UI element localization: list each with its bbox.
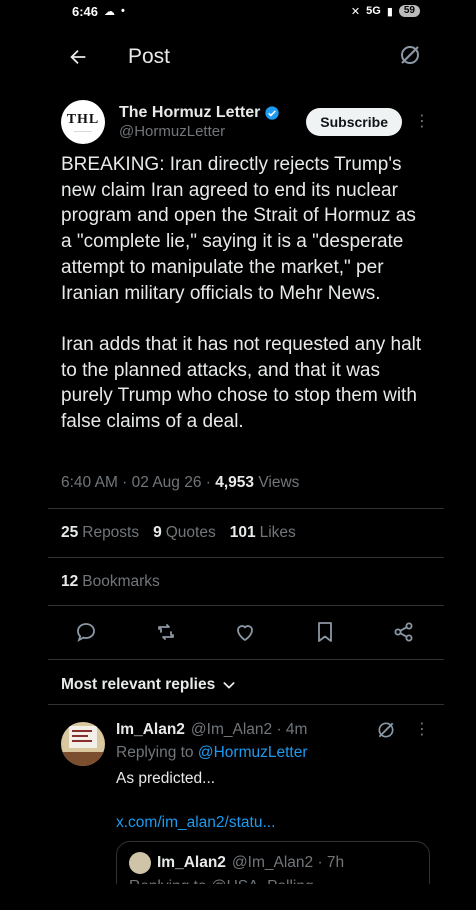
notification-icon: • [121,5,125,17]
more-options-icon[interactable]: ⋮ [412,722,432,738]
avatar-detail [72,740,92,742]
likes-count: 101 [229,524,256,541]
post-paragraph-1: BREAKING: Iran directly rejects Trump's … [61,154,416,304]
share-icon[interactable] [392,620,416,644]
chevron-down-icon [223,682,235,689]
quotes-stat[interactable]: 9 Quotes [153,524,216,542]
quotes-count: 9 [153,524,162,541]
status-bar: 6:46 ☁ • ✕ 5G ▮ 59 [48,0,444,22]
avatar-detail [72,735,88,737]
reply-author-name[interactable]: Im_Alan2 [116,721,185,739]
reply-avatar[interactable] [61,722,105,766]
replies-sort-dropdown[interactable]: Most relevant replies [61,676,237,694]
verified-badge-icon [265,106,280,120]
quoted-author-name: Im_Alan2 [157,854,226,871]
grok-icon [401,45,419,64]
mute-icon: ✕ [350,5,361,18]
bottom-bar [48,884,444,910]
like-icon[interactable] [233,620,257,644]
bookmarks-count: 12 [61,573,79,590]
divider [48,605,444,606]
author-avatar[interactable]: THL —————— [61,100,105,144]
reply-header: Im_Alan2 @Im_Alan2 · 4m ⋮ [116,720,432,740]
views-count: 4,953 [215,474,255,491]
reply-icon[interactable] [74,620,98,644]
divider [48,704,444,705]
engagement-stats: 25 Reposts 9 Quotes 101 Likes [61,524,296,542]
post-meta: 6:40 AM · 02 Aug 26 · 4,953 Views [61,474,299,492]
quoted-avatar [129,852,151,874]
bookmark-stats: 12 Bookmarks [61,573,160,591]
post-text: BREAKING: Iran directly rejects Trump's … [61,152,430,460]
post-header: Post [48,34,444,80]
replying-prefix: Replying to [116,744,198,761]
reposts-count: 25 [61,524,79,541]
avatar-initials: THL [66,111,100,127]
reply-link[interactable]: x.com/im_alan2/statu... [116,814,275,832]
author-name-text: The Hormuz Letter [119,104,261,121]
replying-to: Replying to @HormuzLetter [116,744,308,762]
repost-icon[interactable] [154,620,178,644]
divider [48,659,444,660]
reposts-stat[interactable]: 25 Reposts [61,524,139,542]
bookmarks-label: Bookmarks [82,573,160,590]
likes-stat[interactable]: 101 Likes [230,524,296,542]
bookmark-icon[interactable] [313,620,337,644]
grok-icon[interactable] [376,720,396,740]
post-paragraph-2: Iran adds that it has not requested any … [61,333,422,433]
views-label: Views [258,474,300,491]
author-names: The Hormuz Letter @HormuzLetter [119,104,280,140]
reply-text: As predicted... [116,770,216,787]
avatar-subtext: —————— [74,128,92,133]
page-title: Post [128,45,171,68]
author-handle[interactable]: @HormuzLetter [119,123,280,140]
back-button[interactable] [66,45,90,69]
more-options-icon[interactable]: ⋮ [412,114,432,130]
quoted-post-header: Im_Alan2 @Im_Alan2 · 7h [129,852,344,874]
divider [48,508,444,509]
divider [48,557,444,558]
avatar-detail [72,730,92,732]
network-label: 5G [366,5,381,17]
quotes-label: Quotes [165,524,216,541]
quoted-author-handle: @Im_Alan2 · 7h [231,854,345,871]
app-screen: 6:46 ☁ • ✕ 5G ▮ 59 Post THL —————— The H… [48,0,444,910]
replies-sort-label: Most relevant replies [61,676,216,693]
arrow-left-icon [70,49,86,65]
reposts-label: Reposts [82,524,140,541]
bookmarks-stat[interactable]: 12 Bookmarks [61,573,160,591]
post-actions [74,618,416,646]
replying-to-link[interactable]: @HormuzLetter [198,744,308,761]
grok-button[interactable] [398,43,422,72]
signal-icon: ▮ [386,5,393,18]
cloud-icon: ☁ [104,5,116,18]
author-name[interactable]: The Hormuz Letter [119,104,280,122]
subscribe-button[interactable]: Subscribe [306,108,402,136]
battery-level: 59 [398,5,420,17]
reply-author-handle[interactable]: @Im_Alan2 · 4m [191,721,308,739]
post-author: THL —————— The Hormuz Letter @HormuzLett… [61,99,432,145]
avatar-detail [61,752,105,766]
status-time: 6:46 [72,3,99,19]
likes-label: Likes [259,524,296,541]
post-timestamp[interactable]: 6:40 AM · 02 Aug 26 · [61,474,215,491]
